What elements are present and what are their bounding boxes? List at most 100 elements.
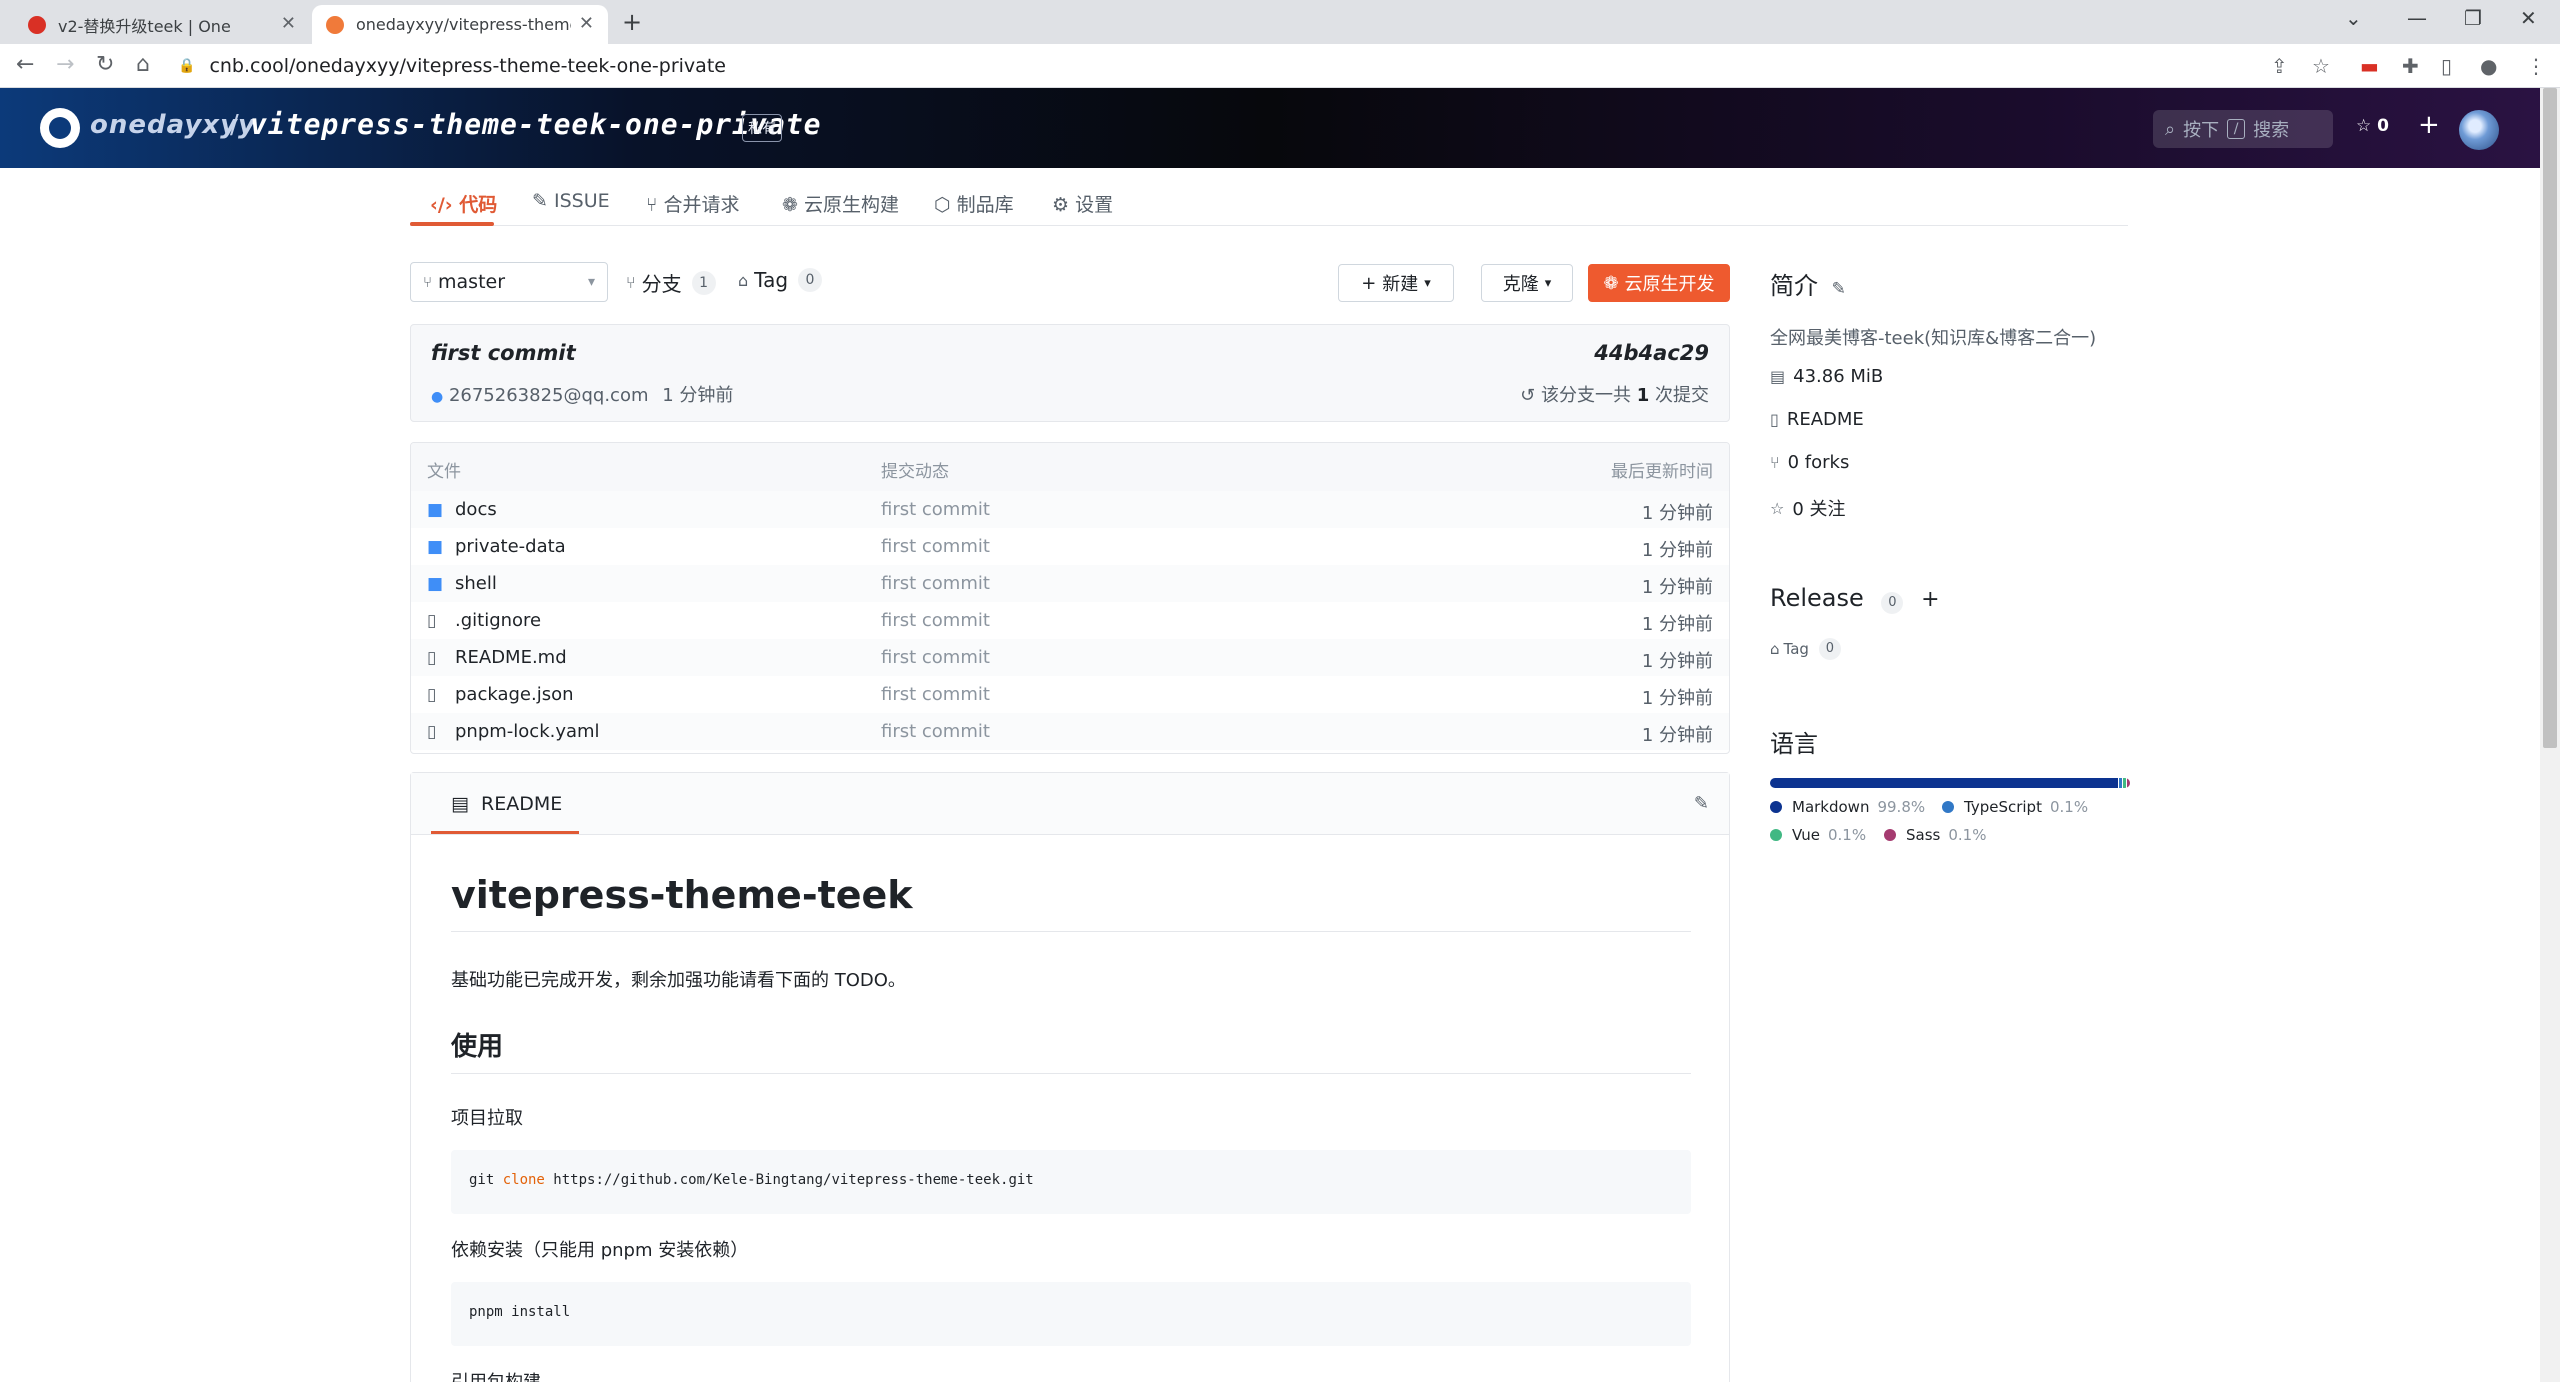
tags-link[interactable]: ⌂ Tag 0: [738, 268, 823, 292]
browser-tab-active[interactable]: onedayxyy/vitepress-theme-teek-one-priva…: [312, 5, 608, 44]
star-button[interactable]: ☆ 0: [2356, 116, 2389, 136]
puzzle-icon[interactable]: ✚: [2402, 54, 2419, 78]
browser-toolbar: ← → ↻ ⌂ 🔒 cnb.cool/onedayxyy/vitepress-t…: [0, 44, 2560, 88]
readme-step-build: 引用包构建: [451, 1368, 1691, 1382]
scrollbar-thumb[interactable]: [2543, 88, 2557, 748]
branches-link[interactable]: ⑂ 分支 1: [626, 268, 716, 297]
language-item: Markdown 99.8%: [1770, 798, 1925, 816]
site-logo-icon[interactable]: [40, 108, 80, 148]
share-icon[interactable]: ⇪: [2271, 54, 2288, 78]
language-title: 语言: [1770, 730, 1818, 758]
lock-icon: 🔒: [178, 58, 196, 74]
tab-packages[interactable]: ⬡ 制品库: [934, 190, 1014, 217]
home-icon[interactable]: ⌂: [136, 52, 150, 77]
file-name[interactable]: private-data: [455, 536, 566, 557]
back-icon[interactable]: ←: [16, 52, 34, 77]
cloud-dev-button[interactable]: ❁ 云原生开发: [1588, 264, 1730, 302]
file-commit-message[interactable]: first commit: [881, 684, 990, 705]
file-name[interactable]: shell: [455, 573, 497, 594]
file-name[interactable]: .gitignore: [455, 610, 541, 631]
file-name[interactable]: docs: [455, 499, 497, 520]
page-scrollbar[interactable]: [2540, 88, 2560, 1382]
table-row[interactable]: ▯ .gitignore first commit 1 分钟前: [411, 602, 1729, 639]
menu-icon[interactable]: ⋮: [2526, 54, 2546, 78]
file-commit-message[interactable]: first commit: [881, 721, 990, 742]
forward-icon[interactable]: →: [56, 52, 74, 77]
side-panel-icon[interactable]: ▯: [2441, 54, 2452, 78]
language-name: Markdown: [1792, 798, 1870, 816]
address-bar[interactable]: 🔒 cnb.cool/onedayxyy/vitepress-theme-tee…: [178, 50, 2278, 82]
table-row[interactable]: ■ private-data first commit 1 分钟前: [411, 528, 1729, 565]
release-title: Release 0 +: [1770, 584, 1940, 614]
file-name[interactable]: README.md: [455, 647, 567, 668]
file-table-header: 文件 提交动态 最后更新时间: [411, 443, 1729, 491]
close-tab-icon[interactable]: ✕: [579, 13, 594, 34]
commit-message[interactable]: first commit: [431, 341, 576, 365]
clone-button[interactable]: 克隆 ▾: [1481, 264, 1573, 302]
reload-icon[interactable]: ↻: [96, 52, 114, 77]
cloud-dev-icon: ❁: [1603, 272, 1619, 294]
repo-size: ▤ 43.86 MiB: [1770, 366, 1883, 387]
table-row[interactable]: ■ shell first commit 1 分钟前: [411, 565, 1729, 602]
file-table: 文件 提交动态 最后更新时间 ■ docs first commit 1 分钟前…: [410, 442, 1730, 754]
readme-tab[interactable]: ▤ README: [451, 793, 562, 815]
file-updated-time: 1 分钟前: [1641, 503, 1713, 524]
extension-icon[interactable]: ▬: [2360, 54, 2379, 78]
tab-code[interactable]: ‹/› 代码: [430, 190, 497, 217]
new-button[interactable]: + 新建 ▾: [1338, 264, 1454, 302]
new-tab-icon[interactable]: +: [622, 8, 642, 36]
tab-label: 合并请求: [663, 194, 740, 216]
table-row[interactable]: ▯ README.md first commit 1 分钟前: [411, 639, 1729, 676]
branch-select[interactable]: ⑂ master ▾: [410, 262, 608, 302]
tag-label: Tag: [1783, 640, 1809, 658]
add-release-icon[interactable]: +: [1921, 587, 1939, 612]
file-name[interactable]: pnpm-lock.yaml: [455, 721, 600, 742]
tab-search-chevron-icon[interactable]: ⌄: [2345, 6, 2362, 30]
file-commit-message[interactable]: first commit: [881, 536, 990, 557]
tags-sidebar-link[interactable]: ⌂ Tag 0: [1770, 638, 1841, 660]
restore-icon[interactable]: ❐: [2464, 6, 2482, 30]
commit-author[interactable]: 2675263825@qq.com: [449, 385, 649, 406]
language-name: TypeScript: [1964, 798, 2042, 816]
language-dot-icon: [1770, 801, 1782, 813]
file-commit-message[interactable]: first commit: [881, 499, 990, 520]
commit-history-link[interactable]: ↺ 该分支一共 1 次提交: [1520, 381, 1709, 407]
table-row[interactable]: ▯ package.json first commit 1 分钟前: [411, 676, 1729, 713]
code-block-clone[interactable]: git clone https://github.com/Kele-Bingta…: [451, 1150, 1691, 1214]
profile-icon[interactable]: ●: [2480, 54, 2497, 78]
file-name[interactable]: package.json: [455, 684, 574, 705]
table-row[interactable]: ■ docs first commit 1 分钟前: [411, 491, 1729, 528]
file-commit-message[interactable]: first commit: [881, 647, 990, 668]
browser-tab[interactable]: v2-替换升级teek | One ✕: [14, 5, 310, 44]
commit-hash[interactable]: 44b4ac29: [1594, 341, 1709, 365]
minimize-icon[interactable]: —: [2407, 6, 2427, 30]
code-icon: ‹/›: [430, 194, 453, 216]
bookmark-star-icon[interactable]: ☆: [2312, 54, 2330, 78]
repo-name-link[interactable]: vitepress-theme-teek-one-private: [250, 108, 821, 141]
readme-heading-usage: 使用: [451, 1026, 1691, 1074]
tags-label: Tag: [754, 268, 789, 292]
create-plus-icon[interactable]: +: [2418, 110, 2440, 140]
user-avatar[interactable]: [2459, 110, 2499, 150]
close-window-icon[interactable]: ✕: [2520, 6, 2537, 30]
file-commit-message[interactable]: first commit: [881, 610, 990, 631]
forks-link[interactable]: ⑂ 0 forks: [1770, 452, 1849, 473]
file-commit-message[interactable]: first commit: [881, 573, 990, 594]
code-block-install[interactable]: pnpm install: [451, 1282, 1691, 1346]
edit-readme-icon[interactable]: ✎: [1694, 793, 1709, 814]
tab-merge-request[interactable]: ⑂ 合并请求: [646, 190, 739, 217]
language-bar-segment: [2119, 778, 2122, 788]
readme-tab-label: README: [481, 793, 563, 815]
close-tab-icon[interactable]: ✕: [281, 13, 296, 34]
language-bar-segment: [1770, 778, 2118, 788]
file-updated-time: 1 分钟前: [1641, 688, 1713, 709]
site-search-box[interactable]: ⌕ 按下 / 搜索: [2153, 110, 2333, 148]
tab-settings[interactable]: ⚙ 设置: [1052, 190, 1113, 217]
tab-build[interactable]: ❁ 云原生构建: [782, 190, 899, 217]
tab-issue[interactable]: ✎ ISSUE: [532, 190, 610, 212]
edit-about-icon[interactable]: ✎: [1832, 279, 1846, 299]
search-prefix-text: 按下: [2183, 120, 2220, 141]
table-row[interactable]: ▯ pnpm-lock.yaml first commit 1 分钟前: [411, 713, 1729, 750]
readme-link[interactable]: ▯ README: [1770, 409, 1864, 430]
watchers-link[interactable]: ☆ 0 关注: [1770, 495, 1846, 521]
